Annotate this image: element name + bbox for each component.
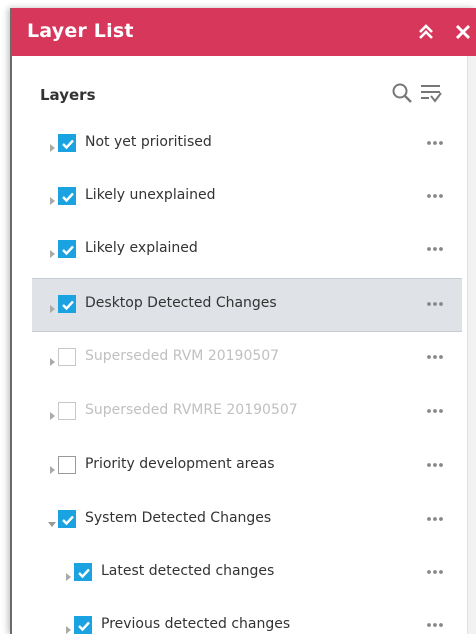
layer-label: Superseded RVM 20190507 <box>85 348 280 364</box>
caret-right-icon[interactable] <box>63 620 73 634</box>
layer-checkbox[interactable] <box>58 187 76 205</box>
more-options-icon[interactable] <box>424 402 446 420</box>
layer-row[interactable]: Superseded RVM 20190507 <box>10 332 466 384</box>
layer-row[interactable]: Desktop Detected Changes <box>32 278 462 332</box>
caret-right-icon[interactable] <box>47 244 57 258</box>
layer-row[interactable]: Likely explained <box>10 224 466 276</box>
layer-row[interactable]: Latest detected changes <box>10 547 466 599</box>
more-options-icon[interactable] <box>424 563 446 581</box>
layer-row[interactable]: Previous detected changes <box>10 600 466 634</box>
layer-checkbox[interactable] <box>58 240 76 258</box>
caret-right-icon[interactable] <box>63 567 73 581</box>
panel-scrollbar[interactable] <box>467 56 476 634</box>
more-options-icon[interactable] <box>424 295 446 313</box>
layer-row[interactable]: Superseded RVMRE 20190507 <box>10 386 466 438</box>
caret-right-icon[interactable] <box>47 138 57 152</box>
layer-checkbox[interactable] <box>74 563 92 581</box>
layer-label: System Detected Changes <box>85 510 272 526</box>
layer-row[interactable]: Priority development areas <box>10 440 466 492</box>
double-chevron-up-icon[interactable] <box>414 20 438 44</box>
more-options-icon[interactable] <box>424 187 446 205</box>
search-icon[interactable] <box>391 82 413 104</box>
filter-icon[interactable] <box>419 82 443 104</box>
panel-titlebar: Layer List <box>10 8 476 56</box>
more-options-icon[interactable] <box>424 134 446 152</box>
checkmark-icon <box>62 515 74 526</box>
layer-row[interactable]: System Detected Changes <box>10 494 466 546</box>
caret-right-icon[interactable] <box>47 299 57 313</box>
layer-checkbox[interactable] <box>58 510 76 528</box>
layer-label: Previous detected changes <box>101 616 291 632</box>
layer-label: Superseded RVMRE 20190507 <box>85 402 298 418</box>
more-options-icon[interactable] <box>424 348 446 366</box>
checkmark-icon <box>62 300 74 311</box>
layer-label: Latest detected changes <box>101 563 275 579</box>
panel-left-edge <box>10 8 12 634</box>
layer-row[interactable]: Likely unexplained <box>10 171 466 223</box>
caret-right-icon[interactable] <box>47 460 57 474</box>
panel-title: Layer List <box>27 20 134 42</box>
caret-down-icon[interactable] <box>47 514 57 527</box>
more-options-icon[interactable] <box>424 240 446 258</box>
caret-right-icon[interactable] <box>47 191 57 205</box>
checkmark-icon <box>78 568 90 579</box>
layer-checkbox[interactable] <box>58 456 76 474</box>
layer-label: Priority development areas <box>85 456 275 472</box>
checkmark-icon <box>62 139 74 150</box>
more-options-icon[interactable] <box>424 456 446 474</box>
checkmark-icon <box>62 245 74 256</box>
layer-checkbox[interactable] <box>58 348 76 366</box>
layer-checkbox[interactable] <box>58 134 76 152</box>
caret-right-icon[interactable] <box>47 406 57 420</box>
layer-row[interactable]: Not yet prioritised <box>10 118 466 170</box>
close-icon[interactable] <box>451 20 475 44</box>
layer-list-panel: Layer List Layers Not yet prioritised Li… <box>10 8 476 634</box>
layer-label: Not yet prioritised <box>85 134 212 150</box>
more-options-icon[interactable] <box>424 510 446 528</box>
caret-right-icon[interactable] <box>47 352 57 366</box>
layer-checkbox[interactable] <box>58 295 76 313</box>
layers-header: Layers <box>10 56 476 118</box>
layers-heading: Layers <box>40 86 96 104</box>
layer-checkbox[interactable] <box>74 616 92 634</box>
layer-label: Likely explained <box>85 240 198 256</box>
layer-label: Desktop Detected Changes <box>85 295 277 311</box>
layer-checkbox[interactable] <box>58 402 76 420</box>
checkmark-icon <box>78 621 90 632</box>
checkmark-icon <box>62 192 74 203</box>
layer-label: Likely unexplained <box>85 187 216 203</box>
more-options-icon[interactable] <box>424 616 446 634</box>
